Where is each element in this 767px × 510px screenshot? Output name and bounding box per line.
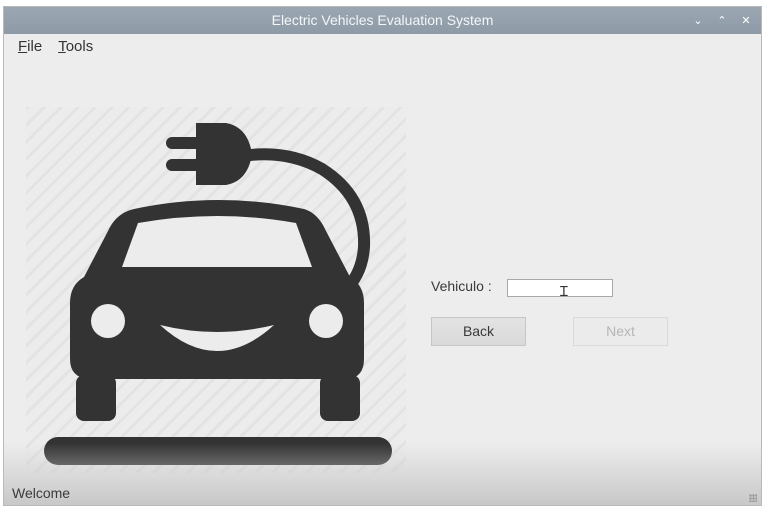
back-button[interactable]: Back xyxy=(431,317,526,346)
window-title: Electric Vehicles Evaluation System xyxy=(271,12,494,28)
window-controls: ⌄ ⌃ ✕ xyxy=(691,7,753,34)
menu-tools-label: ools xyxy=(65,38,94,55)
menu-file-label: ile xyxy=(27,38,43,55)
menu-file-mnemonic: F xyxy=(18,38,28,55)
menu-tools-mnemonic: T xyxy=(58,38,66,55)
menu-tools[interactable]: Tools xyxy=(58,35,93,59)
menu-bar: File Tools xyxy=(4,35,93,59)
electric-car-plug-icon xyxy=(44,123,392,465)
vehicle-label: Vehiculo : xyxy=(431,278,492,294)
resize-grip-icon[interactable] xyxy=(749,494,757,502)
menu-file[interactable]: File xyxy=(18,35,42,59)
status-bar-text: Welcome xyxy=(12,485,71,501)
logo-panel xyxy=(26,107,406,473)
text-cursor-icon: Ɪ xyxy=(560,284,568,300)
maximize-icon[interactable]: ⌃ xyxy=(715,14,729,28)
app-window: Electric Vehicles Evaluation System ⌄ ⌃ … xyxy=(3,6,762,506)
next-button[interactable]: Next xyxy=(573,317,668,346)
close-icon[interactable]: ✕ xyxy=(739,14,753,28)
bottom-shading xyxy=(4,443,761,505)
title-bar[interactable]: Electric Vehicles Evaluation System ⌄ ⌃ … xyxy=(4,7,761,34)
minimize-icon[interactable]: ⌄ xyxy=(691,14,705,28)
